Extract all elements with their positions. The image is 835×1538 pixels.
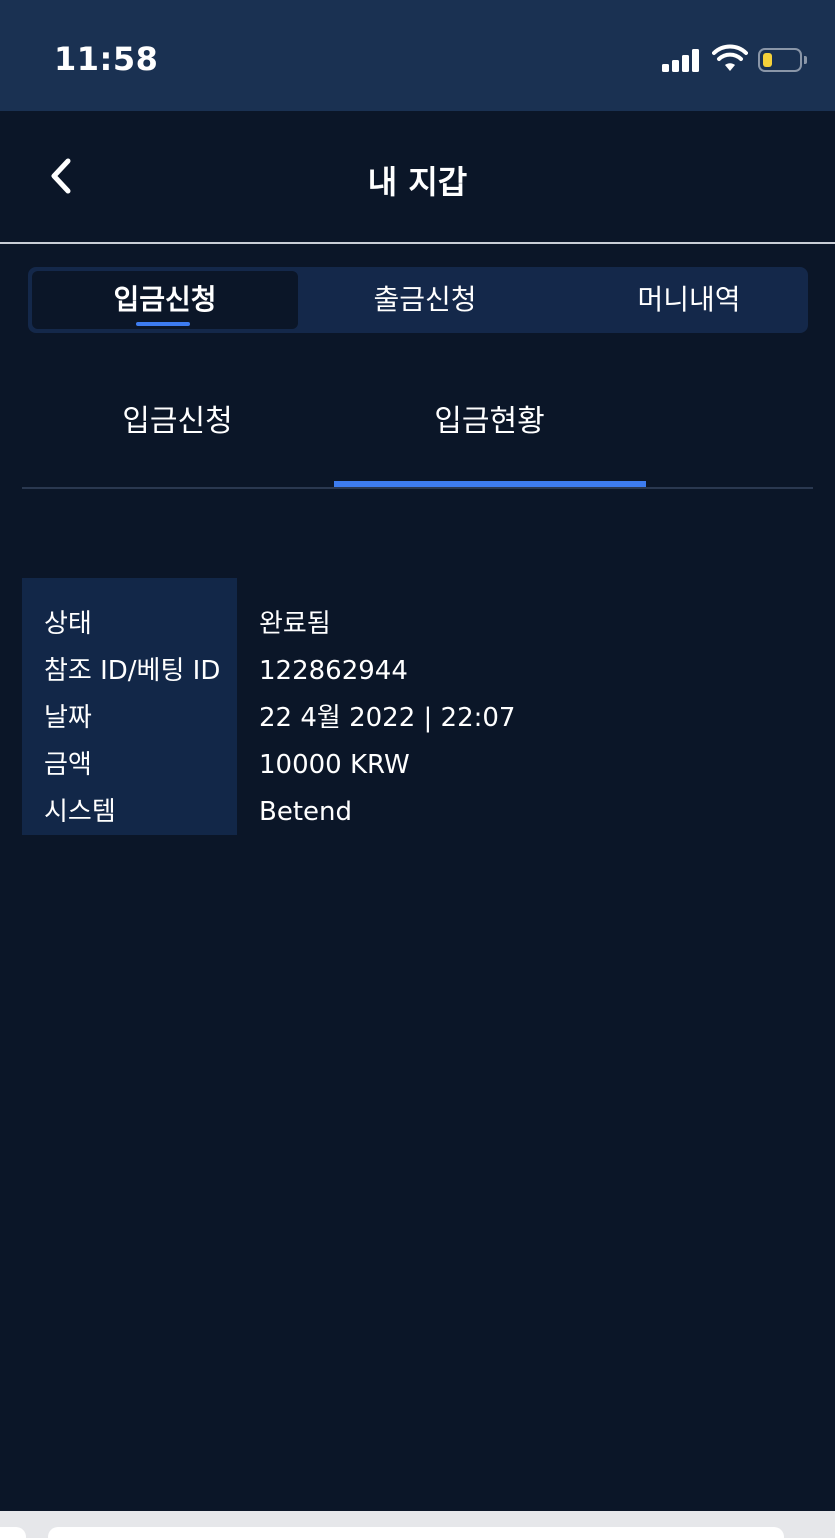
active-tab-underline (136, 322, 190, 326)
detail-row-system: 시스템 Betend (22, 789, 813, 835)
header-divider (0, 242, 835, 244)
header: 내 지갑 (0, 111, 835, 243)
battery-cap (804, 56, 807, 64)
detail-row-status: 상태 완료됨 (22, 601, 813, 647)
battery-level (763, 53, 772, 67)
tab-withdraw-request[interactable]: 출금신청 (292, 271, 558, 329)
page-title: 내 지갑 (367, 163, 468, 201)
subtab-label: 입금신청 (122, 404, 233, 439)
cellular-signal-icon (662, 48, 702, 72)
status-time: 11:58 (54, 40, 159, 78)
wifi-icon (712, 44, 748, 71)
tab-label: 머니내역 (637, 283, 741, 316)
tab-deposit-request[interactable]: 입금신청 (32, 271, 298, 329)
detail-label: 상태 (44, 609, 92, 639)
detail-label: 시스템 (44, 797, 116, 827)
detail-row-amount: 금액 10000 KRW (22, 742, 813, 788)
detail-label: 금액 (44, 750, 92, 780)
status-bar: 11:58 (0, 0, 835, 111)
battery-icon (758, 48, 802, 72)
detail-value: 122862944 (259, 656, 408, 686)
detail-value: 22 4월 2022 | 22:07 (259, 703, 516, 733)
bottom-left-control (0, 1527, 26, 1538)
subtab-divider (22, 487, 813, 489)
detail-row-reference-id: 참조 ID/베팅 ID 122862944 (22, 648, 813, 694)
detail-label: 날짜 (44, 703, 92, 733)
detail-value: 10000 KRW (259, 750, 410, 780)
wallet-screen: 11:58 내 지갑 입금신청 출금신청 머니내역 입금신청 입금현황 상태 완… (0, 0, 835, 1538)
subtab-deposit-request[interactable]: 입금신청 (22, 398, 333, 488)
detail-value: Betend (259, 797, 353, 827)
address-bar[interactable] (48, 1527, 784, 1538)
tab-label: 출금신청 (373, 283, 477, 316)
subtab-deposit-status[interactable]: 입금현황 (334, 398, 645, 488)
subtab-label: 입금현황 (434, 404, 545, 439)
tab-money-history[interactable]: 머니내역 (556, 271, 822, 329)
tab-label: 입금신청 (113, 283, 217, 316)
detail-value: 완료됨 (259, 609, 331, 639)
main-tab-bar: 입금신청 출금신청 머니내역 (28, 267, 808, 333)
detail-row-date: 날짜 22 4월 2022 | 22:07 (22, 695, 813, 741)
detail-label: 참조 ID/베팅 ID (44, 656, 221, 686)
